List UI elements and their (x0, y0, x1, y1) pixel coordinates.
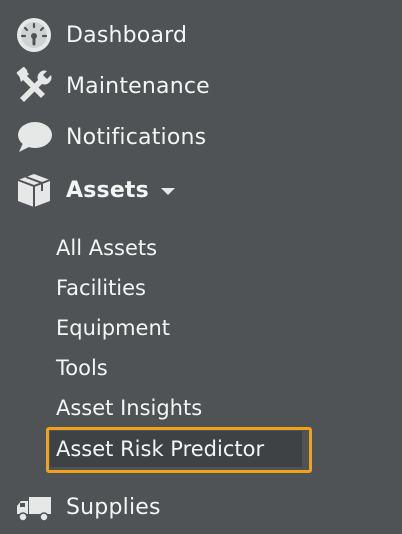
submenu-item-tools[interactable]: Tools (56, 351, 108, 385)
sidebar-nav: Dashboard Maintenance Notifications Asse… (0, 0, 402, 534)
submenu-item-all-assets[interactable]: All Assets (56, 231, 157, 265)
nav-item-label: Dashboard (66, 22, 188, 48)
submenu-item-label: Asset Risk Predictor (56, 437, 265, 461)
nav-item-maintenance[interactable]: Maintenance (14, 66, 374, 106)
tools-wrench-hammer-icon (14, 66, 54, 106)
submenu-item-label: Equipment (56, 316, 170, 340)
nav-item-label: Notifications (66, 124, 207, 150)
submenu-item-asset-insights[interactable]: Asset Insights (56, 391, 202, 425)
chevron-down-icon (160, 187, 175, 195)
nav-item-label: Maintenance (66, 73, 210, 99)
nav-item-dashboard[interactable]: Dashboard (14, 15, 374, 55)
box-icon (14, 170, 54, 210)
submenu-item-label: Tools (56, 356, 108, 380)
dashboard-gauge-icon (14, 15, 54, 55)
truck-icon (14, 487, 54, 527)
nav-item-notifications[interactable]: Notifications (14, 117, 374, 157)
submenu-item-facilities[interactable]: Facilities (56, 271, 146, 305)
nav-item-label: Assets (66, 177, 149, 203)
submenu-item-equipment[interactable]: Equipment (56, 311, 170, 345)
submenu-item-label: Asset Insights (56, 396, 203, 420)
submenu-item-label: All Assets (56, 236, 158, 260)
submenu-item-label: Facilities (56, 276, 146, 300)
nav-item-label: Supplies (66, 494, 161, 520)
speech-bubble-icon (14, 117, 54, 157)
nav-item-assets[interactable]: Assets (14, 170, 374, 210)
nav-item-supplies[interactable]: Supplies (14, 487, 374, 527)
submenu-item-asset-risk-predictor[interactable]: Asset Risk Predictor (50, 431, 302, 467)
